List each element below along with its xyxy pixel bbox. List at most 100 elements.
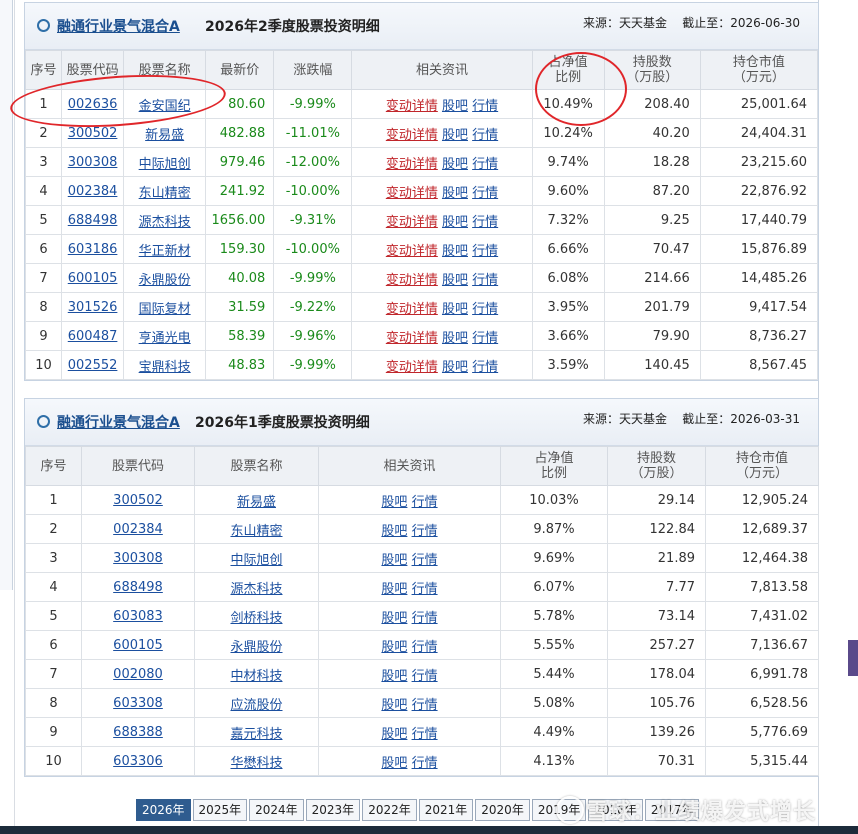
quote-link[interactable]: 行情 bbox=[412, 553, 438, 568]
stock-code-link[interactable]: 600105 bbox=[113, 638, 163, 653]
stock-name-link[interactable]: 源杰科技 bbox=[139, 215, 191, 230]
quote-link[interactable]: 行情 bbox=[412, 611, 438, 626]
stock-code-link[interactable]: 301526 bbox=[68, 300, 118, 315]
stock-code-link[interactable]: 300502 bbox=[113, 493, 163, 508]
stock-name-link[interactable]: 宝鼎科技 bbox=[139, 360, 191, 375]
stock-name-link[interactable]: 亨通光电 bbox=[139, 331, 191, 346]
forum-link[interactable]: 股吧 bbox=[381, 582, 407, 597]
forum-link[interactable]: 股吧 bbox=[442, 244, 468, 259]
stock-name-link[interactable]: 东山精密 bbox=[139, 186, 191, 201]
change-detail-link[interactable]: 变动详情 bbox=[386, 331, 438, 346]
stock-code-link[interactable]: 300308 bbox=[68, 155, 118, 170]
forum-link[interactable]: 股吧 bbox=[381, 727, 407, 742]
stock-name-link[interactable]: 永鼎股份 bbox=[230, 640, 282, 655]
stock-code-link[interactable]: 688498 bbox=[113, 580, 163, 595]
fund-name-link[interactable]: 融通行业景气混合A bbox=[57, 412, 180, 432]
change-detail-link[interactable]: 变动详情 bbox=[386, 244, 438, 259]
stock-name-link[interactable]: 中际旭创 bbox=[139, 157, 191, 172]
forum-link[interactable]: 股吧 bbox=[442, 186, 468, 201]
forum-link[interactable]: 股吧 bbox=[381, 524, 407, 539]
forum-link[interactable]: 股吧 bbox=[442, 215, 468, 230]
stock-name-link[interactable]: 应流股份 bbox=[230, 698, 282, 713]
stock-name-link[interactable]: 金安国纪 bbox=[139, 99, 191, 114]
net-value-ratio: 9.69% bbox=[500, 543, 608, 573]
quote-link[interactable]: 行情 bbox=[472, 186, 498, 201]
quote-link[interactable]: 行情 bbox=[472, 128, 498, 143]
stock-name-link[interactable]: 永鼎股份 bbox=[139, 273, 191, 288]
quote-link[interactable]: 行情 bbox=[412, 524, 438, 539]
change-detail-link[interactable]: 变动详情 bbox=[386, 273, 438, 288]
forum-link[interactable]: 股吧 bbox=[381, 495, 407, 510]
stock-code-link[interactable]: 600105 bbox=[68, 271, 118, 286]
forum-link[interactable]: 股吧 bbox=[381, 756, 407, 771]
stock-name-link[interactable]: 中际旭创 bbox=[230, 553, 282, 568]
stock-code-link[interactable]: 688498 bbox=[68, 213, 118, 228]
forum-link[interactable]: 股吧 bbox=[381, 640, 407, 655]
change-detail-link[interactable]: 变动详情 bbox=[386, 99, 438, 114]
stock-code-link[interactable]: 603186 bbox=[68, 242, 118, 257]
year-tab[interactable]: 2020年 bbox=[475, 799, 530, 821]
stock-code-link[interactable]: 603308 bbox=[113, 696, 163, 711]
stock-name-link[interactable]: 新易盛 bbox=[237, 495, 276, 510]
stock-code-link[interactable]: 002636 bbox=[68, 97, 118, 112]
change-detail-link[interactable]: 变动详情 bbox=[386, 215, 438, 230]
stock-code-link[interactable]: 002384 bbox=[68, 184, 118, 199]
stock-name-link[interactable]: 东山精密 bbox=[230, 524, 282, 539]
stock-code-link[interactable]: 603083 bbox=[113, 609, 163, 624]
quote-link[interactable]: 行情 bbox=[412, 727, 438, 742]
forum-link[interactable]: 股吧 bbox=[381, 669, 407, 684]
year-tab[interactable]: 2023年 bbox=[305, 799, 361, 821]
forum-link[interactable]: 股吧 bbox=[442, 99, 468, 114]
change-detail-link[interactable]: 变动详情 bbox=[386, 186, 438, 201]
change-detail-link[interactable]: 变动详情 bbox=[386, 128, 438, 143]
stock-name-link[interactable]: 嘉元科技 bbox=[230, 727, 282, 742]
quote-link[interactable]: 行情 bbox=[472, 157, 498, 172]
stock-name-link[interactable]: 源杰科技 bbox=[230, 582, 282, 597]
stock-code-link[interactable]: 002552 bbox=[68, 358, 118, 373]
quote-link[interactable]: 行情 bbox=[412, 669, 438, 684]
quote-link[interactable]: 行情 bbox=[472, 360, 498, 375]
quote-link[interactable]: 行情 bbox=[412, 698, 438, 713]
stock-code-link[interactable]: 300502 bbox=[68, 126, 118, 141]
quote-link[interactable]: 行情 bbox=[472, 331, 498, 346]
stock-code-link[interactable]: 600487 bbox=[68, 329, 118, 344]
stock-code-link[interactable]: 002384 bbox=[113, 522, 163, 537]
stock-code-link[interactable]: 688388 bbox=[113, 725, 163, 740]
year-tab[interactable]: 2025年 bbox=[192, 799, 248, 821]
quote-link[interactable]: 行情 bbox=[412, 756, 438, 771]
change-detail-link[interactable]: 变动详情 bbox=[386, 360, 438, 375]
quote-link[interactable]: 行情 bbox=[472, 302, 498, 317]
quote-link[interactable]: 行情 bbox=[472, 215, 498, 230]
forum-link[interactable]: 股吧 bbox=[381, 698, 407, 713]
stock-name-link[interactable]: 国际复材 bbox=[139, 302, 191, 317]
year-tab[interactable]: 2026年 bbox=[136, 799, 191, 821]
forum-link[interactable]: 股吧 bbox=[442, 128, 468, 143]
year-tab[interactable]: 2022年 bbox=[362, 799, 417, 821]
stock-name-link[interactable]: 华懋科技 bbox=[230, 756, 282, 771]
quote-link[interactable]: 行情 bbox=[472, 244, 498, 259]
fund-name-link[interactable]: 融通行业景气混合A bbox=[57, 16, 180, 36]
quote-link[interactable]: 行情 bbox=[412, 582, 438, 597]
quote-link[interactable]: 行情 bbox=[412, 495, 438, 510]
stock-code-link[interactable]: 002080 bbox=[113, 667, 163, 682]
change-detail-link[interactable]: 变动详情 bbox=[386, 157, 438, 172]
stock-code-link[interactable]: 603306 bbox=[113, 754, 163, 769]
year-tab[interactable]: 2024年 bbox=[249, 799, 304, 821]
quote-link[interactable]: 行情 bbox=[472, 99, 498, 114]
stock-name-link[interactable]: 中材科技 bbox=[230, 669, 282, 684]
forum-link[interactable]: 股吧 bbox=[442, 157, 468, 172]
year-tab[interactable]: 2021年 bbox=[418, 799, 474, 821]
change-detail-link[interactable]: 变动详情 bbox=[386, 302, 438, 317]
forum-link[interactable]: 股吧 bbox=[442, 360, 468, 375]
forum-link[interactable]: 股吧 bbox=[442, 331, 468, 346]
stock-name-link[interactable]: 剑桥科技 bbox=[230, 611, 282, 626]
quote-link[interactable]: 行情 bbox=[412, 640, 438, 655]
stock-code-link[interactable]: 300308 bbox=[113, 551, 163, 566]
forum-link[interactable]: 股吧 bbox=[442, 273, 468, 288]
stock-name-link[interactable]: 新易盛 bbox=[145, 128, 184, 143]
stock-name-link[interactable]: 华正新材 bbox=[139, 244, 191, 259]
forum-link[interactable]: 股吧 bbox=[381, 611, 407, 626]
forum-link[interactable]: 股吧 bbox=[442, 302, 468, 317]
forum-link[interactable]: 股吧 bbox=[381, 553, 407, 568]
quote-link[interactable]: 行情 bbox=[472, 273, 498, 288]
